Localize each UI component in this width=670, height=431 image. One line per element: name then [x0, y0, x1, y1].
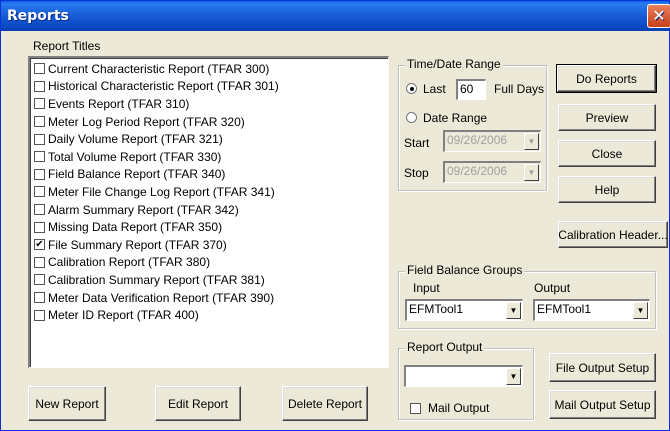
- checkbox-icon[interactable]: [34, 116, 45, 128]
- checkbox-icon[interactable]: [34, 204, 45, 216]
- list-item[interactable]: Meter Log Period Report (TFAR 320): [30, 113, 388, 131]
- file-output-setup-button[interactable]: File Output Setup: [549, 353, 656, 382]
- close-button[interactable]: Close: [558, 140, 656, 167]
- full-days-label: Full Days: [494, 82, 545, 96]
- list-item[interactable]: Field Balance Report (TFAR 340): [30, 166, 388, 184]
- report-title-label: Current Characteristic Report (TFAR 300): [48, 61, 270, 76]
- report-titles-label: Report Titles: [33, 39, 101, 53]
- checkbox-icon[interactable]: [34, 309, 45, 321]
- list-item[interactable]: Alarm Summary Report (TFAR 342): [30, 201, 388, 219]
- checkbox-icon[interactable]: [34, 133, 45, 145]
- checkbox-icon[interactable]: [34, 63, 45, 75]
- edit-report-button[interactable]: Edit Report: [155, 386, 241, 421]
- new-report-button[interactable]: New Report: [28, 386, 106, 421]
- last-label: Last: [423, 82, 446, 96]
- chevron-down-icon[interactable]: ▼: [506, 368, 521, 385]
- list-item[interactable]: Meter ID Report (TFAR 400): [30, 306, 388, 324]
- reports-window: Reports ✕ Report Titles Current Characte…: [0, 0, 670, 431]
- chevron-down-icon[interactable]: ▼: [524, 164, 539, 181]
- output-group-value: EFMTool1: [537, 302, 592, 316]
- report-titles-list[interactable]: Current Characteristic Report (TFAR 300)…: [28, 56, 389, 368]
- delete-report-button[interactable]: Delete Report: [282, 386, 368, 421]
- checkbox-icon[interactable]: [34, 292, 45, 304]
- report-title-label: Meter ID Report (TFAR 400): [48, 308, 199, 323]
- report-title-label: File Summary Report (TFAR 370): [48, 237, 227, 252]
- stop-date-picker[interactable]: 09/26/2006 ▼: [443, 161, 541, 183]
- report-title-label: Field Balance Report (TFAR 340): [48, 167, 226, 182]
- last-days-input[interactable]: 60: [456, 79, 486, 100]
- list-item[interactable]: Events Report (TFAR 310): [30, 95, 388, 113]
- field-balance-groups-title: Field Balance Groups: [405, 263, 525, 277]
- checkbox-icon[interactable]: [34, 98, 45, 110]
- mail-output-label: Mail Output: [428, 401, 490, 415]
- list-item[interactable]: Historical Characteristic Report (TFAR 3…: [30, 78, 388, 96]
- checkbox-icon[interactable]: [34, 256, 45, 268]
- last-days-radio[interactable]: [406, 83, 417, 94]
- list-item[interactable]: Calibration Report (TFAR 380): [30, 254, 388, 272]
- title-bar[interactable]: Reports ✕: [1, 1, 670, 31]
- time-date-range-title: Time/Date Range: [405, 57, 503, 71]
- report-title-label: Missing Data Report (TFAR 350): [48, 220, 223, 235]
- report-title-label: Total Volume Report (TFAR 330): [48, 149, 222, 164]
- report-output-select[interactable]: ▼: [404, 365, 523, 387]
- checkbox-icon[interactable]: [34, 274, 45, 286]
- report-output-title: Report Output: [405, 340, 485, 354]
- list-item[interactable]: Current Characteristic Report (TFAR 300): [30, 60, 388, 78]
- list-item[interactable]: Missing Data Report (TFAR 350): [30, 218, 388, 236]
- report-title-label: Meter Data Verification Report (TFAR 390…: [48, 290, 275, 305]
- checkbox-icon[interactable]: [34, 151, 45, 163]
- report-title-label: Daily Volume Report (TFAR 321): [48, 132, 223, 147]
- checkbox-icon[interactable]: [34, 186, 45, 198]
- report-title-label: Calibration Summary Report (TFAR 381): [48, 272, 265, 287]
- input-group-select[interactable]: EFMTool1 ▼: [405, 299, 523, 321]
- list-item[interactable]: ✔ File Summary Report (TFAR 370): [30, 236, 388, 254]
- report-title-label: Meter Log Period Report (TFAR 320): [48, 114, 245, 129]
- report-title-label: Alarm Summary Report (TFAR 342): [48, 202, 239, 217]
- mail-output-checkbox[interactable]: [410, 403, 421, 414]
- stop-date-value: 09/26/2006: [447, 164, 508, 178]
- window-title: Reports: [7, 8, 69, 24]
- list-item[interactable]: Total Volume Report (TFAR 330): [30, 148, 388, 166]
- checked-checkbox-icon[interactable]: ✔: [34, 239, 45, 251]
- calibration-header-button[interactable]: Calibration Header...: [558, 221, 668, 248]
- list-item[interactable]: Meter Data Verification Report (TFAR 390…: [30, 289, 388, 307]
- start-date-picker[interactable]: 09/26/2006 ▼: [443, 130, 541, 152]
- chevron-down-icon[interactable]: ▼: [506, 302, 521, 319]
- checkbox-icon[interactable]: [34, 168, 45, 180]
- list-item[interactable]: Meter File Change Log Report (TFAR 341): [30, 183, 388, 201]
- chevron-down-icon[interactable]: ▼: [524, 133, 539, 150]
- date-range-radio[interactable]: [406, 112, 417, 123]
- report-title-label: Meter File Change Log Report (TFAR 341): [48, 184, 275, 199]
- stop-label: Stop: [404, 166, 429, 180]
- help-button[interactable]: Help: [558, 176, 656, 203]
- output-label: Output: [534, 281, 571, 295]
- date-range-label: Date Range: [423, 111, 488, 125]
- report-title-label: Events Report (TFAR 310): [48, 96, 190, 111]
- list-item[interactable]: Calibration Summary Report (TFAR 381): [30, 271, 388, 289]
- do-reports-button[interactable]: Do Reports: [556, 64, 657, 93]
- chevron-down-icon[interactable]: ▼: [633, 302, 648, 319]
- start-date-value: 09/26/2006: [447, 133, 508, 147]
- list-item[interactable]: Daily Volume Report (TFAR 321): [30, 130, 388, 148]
- preview-button[interactable]: Preview: [558, 104, 656, 131]
- report-title-label: Historical Characteristic Report (TFAR 3…: [48, 79, 279, 94]
- input-group-value: EFMTool1: [409, 302, 464, 316]
- output-group-select[interactable]: EFMTool1 ▼: [533, 299, 650, 321]
- report-title-label: Calibration Report (TFAR 380): [48, 255, 211, 270]
- mail-output-setup-button[interactable]: Mail Output Setup: [549, 390, 656, 419]
- input-label: Input: [413, 281, 440, 295]
- checkbox-icon[interactable]: [34, 80, 45, 92]
- start-label: Start: [404, 136, 430, 150]
- checkbox-icon[interactable]: [34, 221, 45, 233]
- close-icon[interactable]: ✕: [647, 4, 670, 28]
